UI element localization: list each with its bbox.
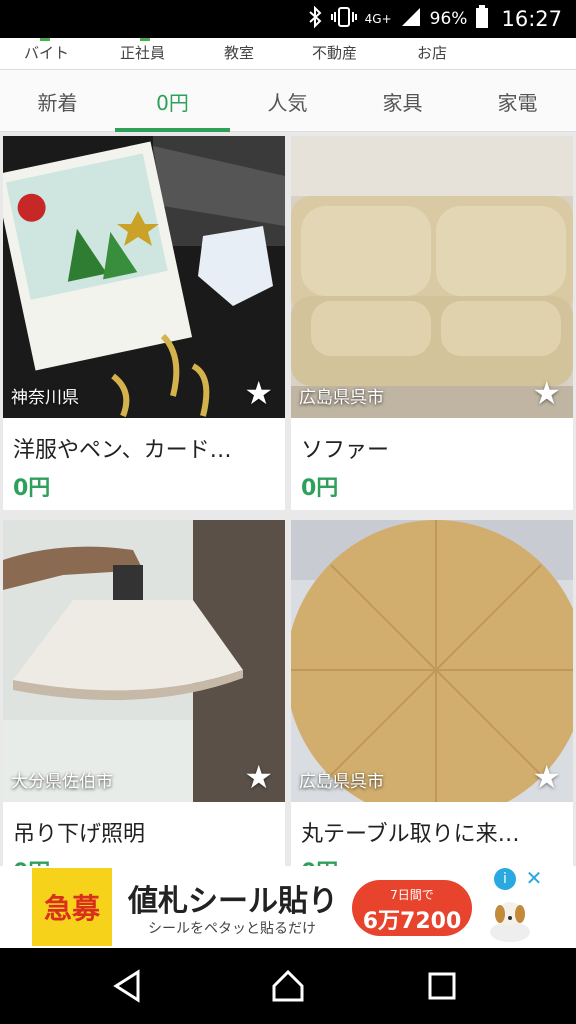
listing-location: 広島県呉市 — [299, 388, 384, 408]
ad-badge: 急募 — [32, 868, 112, 946]
category-item[interactable]: 不動産 — [312, 42, 357, 63]
listing-price: 0円 — [301, 854, 338, 866]
status-icons: 4G+ 96% 16:27 — [307, 0, 562, 38]
listing-photo: 広島県呉市 ★ — [291, 520, 573, 802]
system-nav-bar — [0, 948, 576, 1024]
battery-icon — [475, 4, 489, 34]
home-icon[interactable] — [268, 966, 308, 1006]
listing-card[interactable]: 大分県佐伯市 ★ 吊り下げ照明 0円 — [3, 520, 285, 866]
ad-headline: 値札シール貼り — [128, 884, 338, 919]
listing-card[interactable]: 広島県呉市 ★ 丸テーブル取りに来… 0円 — [291, 520, 573, 866]
listing-photo: 神奈川県 ★ — [3, 136, 285, 418]
listing-price: 0円 — [13, 854, 50, 866]
listing-photo: 広島県呉市 ★ — [291, 136, 573, 418]
listing-location: 広島県呉市 — [299, 772, 384, 792]
listing-title: ソファー — [301, 438, 390, 463]
recents-icon[interactable] — [422, 966, 462, 1006]
status-bar: 4G+ 96% 16:27 — [0, 0, 576, 38]
tab-popular[interactable]: 人気 — [230, 70, 345, 132]
star-icon[interactable]: ★ — [244, 374, 273, 412]
listing-photo: 大分県佐伯市 ★ — [3, 520, 285, 802]
listing-price: 0円 — [13, 476, 51, 501]
dog-mascot-icon — [486, 896, 536, 944]
bluetooth-icon — [307, 5, 323, 33]
tab-furniture[interactable]: 家具 — [345, 70, 460, 132]
star-icon[interactable]: ★ — [532, 758, 561, 796]
listing-grid: 神奈川県 ★ 洋服やペン、カード… 0円 広島県呉市 ★ ソファー 0円 大分県… — [0, 136, 576, 866]
battery-percent: 96% — [429, 9, 468, 29]
ad-pill-top: 7日間で — [390, 888, 434, 902]
tab-free[interactable]: 0円 — [115, 70, 230, 132]
listing-card[interactable]: 広島県呉市 ★ ソファー 0円 — [291, 136, 573, 510]
active-tab-indicator — [115, 128, 230, 132]
category-item[interactable]: 教室 — [224, 42, 254, 63]
ad-subtext: シールをペタッと貼るだけ — [148, 921, 316, 937]
signal-icon — [400, 6, 422, 33]
listing-title: 吊り下げ照明 — [13, 822, 146, 847]
tab-appliances[interactable]: 家電 — [460, 70, 575, 132]
clock: 16:27 — [501, 7, 562, 31]
ad-info-icon[interactable]: i — [494, 868, 516, 890]
category-item[interactable]: お店 — [417, 42, 447, 63]
listing-title: 洋服やペン、カード… — [13, 438, 232, 463]
tab-new[interactable]: 新着 — [0, 70, 115, 132]
star-icon[interactable]: ★ — [244, 758, 273, 796]
vibrate-icon — [330, 6, 357, 33]
star-icon[interactable]: ★ — [532, 374, 561, 412]
listing-location: 大分県佐伯市 — [11, 772, 113, 792]
listing-price: 0円 — [301, 476, 339, 501]
back-icon[interactable] — [108, 966, 148, 1006]
ad-close-icon[interactable]: ✕ — [522, 866, 546, 890]
category-indicator — [140, 38, 150, 41]
ad-price-pill: 7日間で 6万7200円 — [352, 880, 472, 966]
category-indicator — [40, 38, 50, 41]
network-type: 4G+ — [364, 12, 392, 26]
category-item[interactable]: 正社員 — [120, 42, 165, 63]
category-bar: バイト 正社員 教室 不動産 お店 — [0, 38, 576, 70]
tab-bar: 新着 0円 人気 家具 家電 — [0, 70, 576, 132]
listing-title: 丸テーブル取りに来… — [301, 822, 520, 847]
category-item[interactable]: バイト — [24, 42, 69, 63]
ad-banner[interactable]: 急募 値札シール貼り シールをペタッと貼るだけ 7日間で 6万7200円 i ✕ — [0, 866, 576, 966]
listing-card[interactable]: 神奈川県 ★ 洋服やペン、カード… 0円 — [3, 136, 285, 510]
listing-location: 神奈川県 — [11, 388, 79, 408]
